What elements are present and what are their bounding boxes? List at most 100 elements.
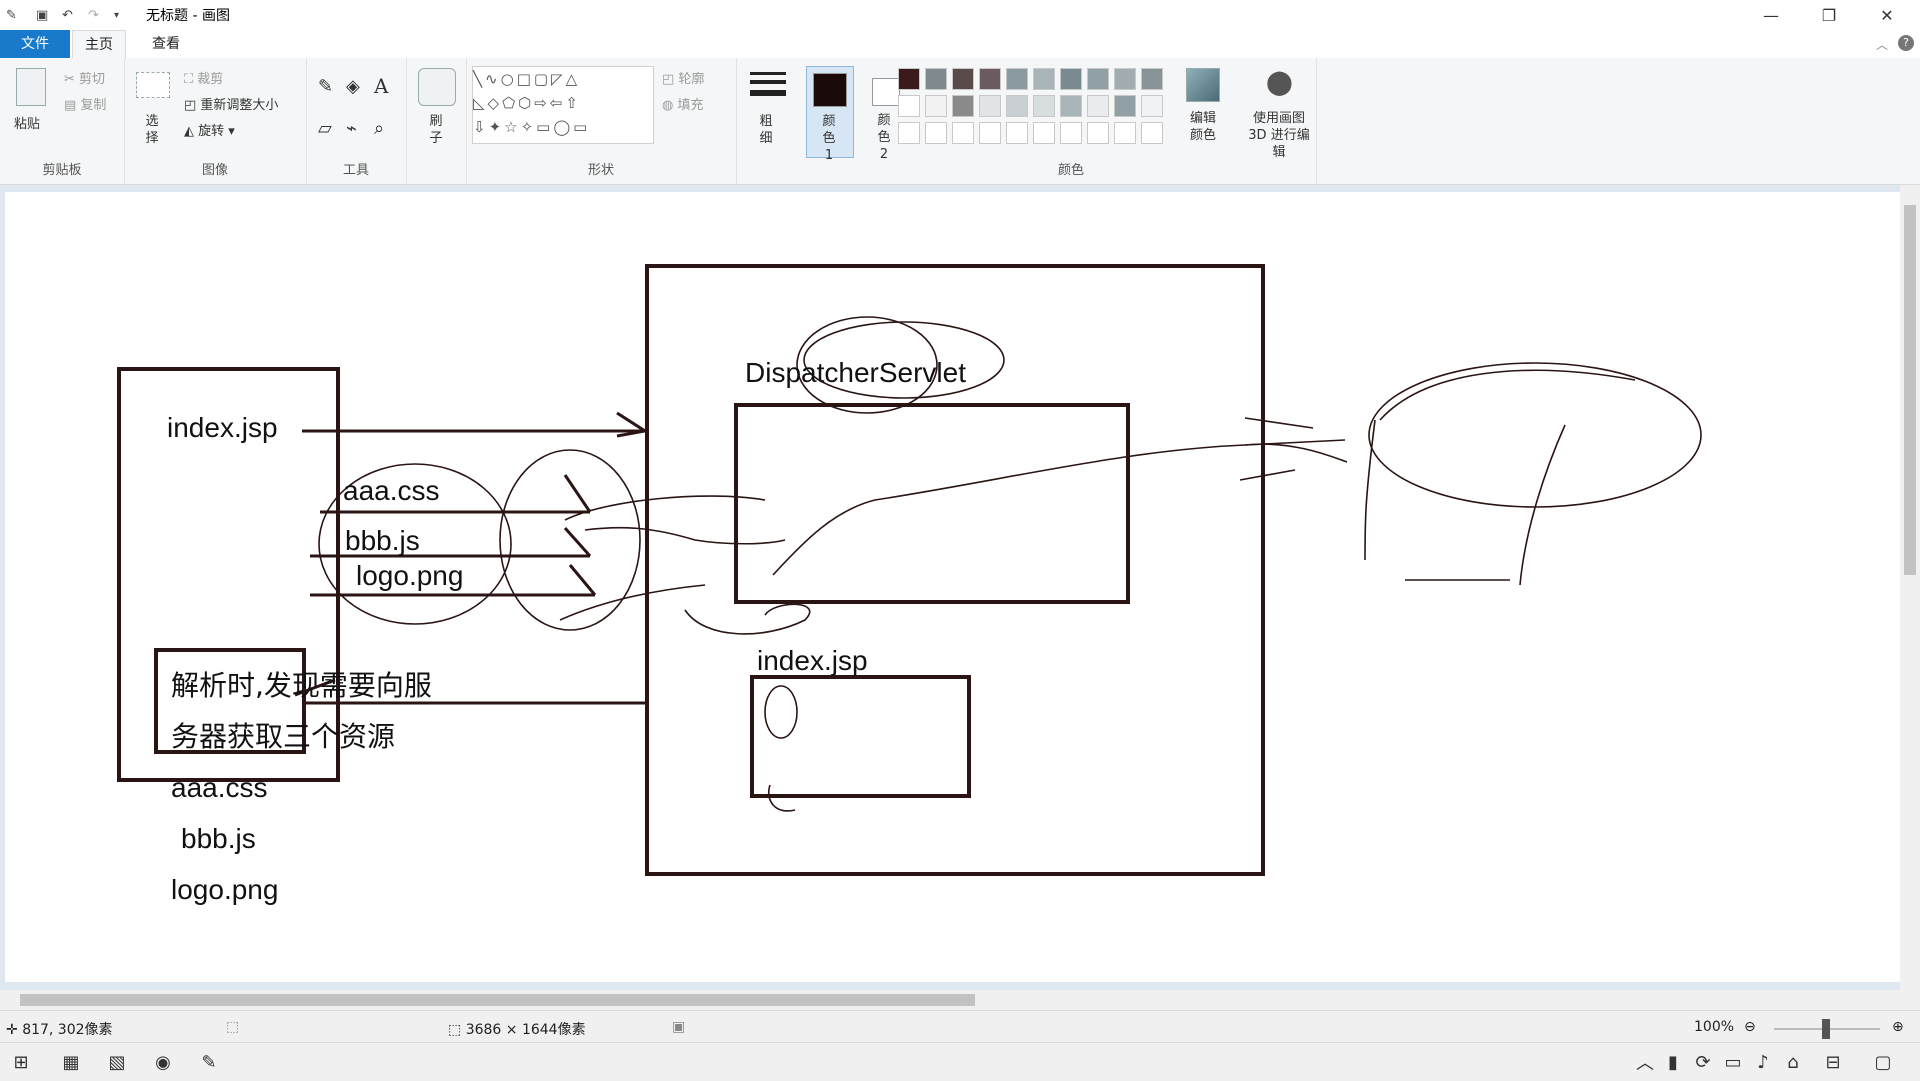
palette-swatch[interactable] [1114,95,1136,117]
palette-swatch[interactable] [1114,68,1136,90]
custom-color-slot[interactable] [925,122,947,144]
select-button[interactable]: 选择 [144,113,160,147]
tray-icon[interactable]: ▮ [1660,1049,1686,1075]
palette-swatch[interactable] [925,95,947,117]
taskbar-app-icon[interactable]: ▧ [104,1049,130,1075]
tray-expand-icon[interactable]: ︿ [1632,1049,1658,1075]
palette-swatch[interactable] [1033,68,1055,90]
start-icon[interactable]: ⊞ [8,1049,34,1075]
resource-item: bbb.js [345,525,420,556]
rotate-button[interactable]: ◭ 旋转 ▾ [184,120,235,139]
collapse-ribbon-icon[interactable]: ︿ [1876,36,1888,53]
notification-icon[interactable]: ▢ [1870,1049,1896,1075]
text-tool-icon[interactable]: A [374,74,388,98]
custom-color-slot[interactable] [952,122,974,144]
custom-color-slot[interactable] [1060,122,1082,144]
palette-swatch[interactable] [979,68,1001,90]
pencil-icon[interactable]: ✎ [318,76,333,97]
palette-swatch[interactable] [898,68,920,90]
copy-label: 复制 [80,98,107,113]
fill-bucket-icon[interactable]: ◈ [346,76,360,97]
palette-swatch[interactable] [1060,95,1082,117]
paint-taskbar-icon[interactable]: ✎ [196,1049,222,1075]
palette-swatch[interactable] [1006,95,1028,117]
paste-icon[interactable] [16,68,46,106]
outline-button[interactable]: ◰ 轮廓 [662,68,704,87]
edit-colors-icon[interactable] [1186,68,1220,102]
palette-swatch[interactable] [1006,68,1028,90]
ribbon: 粘贴 ✂ 剪切 ▤ 复制 剪贴板 选择 ⛶ 裁剪 ◰ 重新调整大小 ◭ 旋转 ▾… [0,58,1920,185]
custom-color-slot[interactable] [898,122,920,144]
cut-button[interactable]: ✂ 剪切 [64,68,105,87]
brush-icon[interactable] [418,68,456,106]
color1-swatch [813,73,847,107]
maximize-button[interactable]: ❐ [1806,0,1852,30]
tray-icon[interactable]: ▭ [1720,1049,1746,1075]
zoom-out-icon[interactable]: ⊖ [1744,1019,1756,1035]
paint-app-icon: ✎ [6,7,17,23]
taskbar-app-icon[interactable]: ▦ [58,1049,84,1075]
file-size-icon: ▣ [672,1019,686,1035]
palette-swatch[interactable] [979,95,1001,117]
close-button[interactable]: ✕ [1864,0,1910,30]
tray-icon[interactable]: ⊟ [1820,1049,1846,1075]
resource-item: logo.png [356,560,463,591]
horizontal-scroll-thumb[interactable] [20,994,975,1006]
palette-swatch[interactable] [952,95,974,117]
paint3d-icon[interactable]: ⬤ [1266,68,1293,96]
palette-swatch[interactable] [1033,95,1055,117]
customize-toolbar-icon[interactable]: ▾ [114,4,119,26]
palette-swatch[interactable] [1141,68,1163,90]
tab-file[interactable]: 文件 [0,30,70,58]
taskbar-app-icon[interactable]: ◉ [150,1049,176,1075]
edit-colors-button[interactable]: 编辑颜色 [1186,110,1220,144]
selection-size-icon: ⬚ [226,1019,240,1035]
drawing-canvas[interactable]: index.jsp aaa.css bbb.js logo.png 解析时,发现… [5,192,1900,982]
select-icon[interactable] [136,72,170,98]
brushes-group: 刷子 [406,58,467,184]
size-button[interactable]: 粗细 [758,113,774,147]
help-icon[interactable]: ? [1898,35,1914,51]
zoom-slider-thumb[interactable] [1822,1019,1830,1039]
palette-swatch[interactable] [1141,95,1163,117]
clipboard-group-label: 剪贴板 [42,163,82,178]
copy-button[interactable]: ▤ 复制 [64,94,106,113]
brushes-button[interactable]: 刷子 [428,113,444,147]
paste-button[interactable]: 粘贴 [14,113,40,132]
custom-color-slot[interactable] [1141,122,1163,144]
custom-color-slot[interactable] [1033,122,1055,144]
image-size-value: 3686 × 1644像素 [465,1022,586,1038]
redo-icon[interactable]: ↷ [88,4,99,26]
color-picker-icon[interactable]: ⌁ [346,118,357,139]
custom-color-slot[interactable] [1087,122,1109,144]
tray-icon[interactable]: ⌂ [1780,1049,1806,1075]
tab-view[interactable]: 查看 [140,30,192,58]
custom-color-slot[interactable] [1114,122,1136,144]
color1-selector[interactable]: 颜色 1 [806,66,854,163]
shapes-gallery[interactable]: ╲∿○□▢◸△ ◺◇⬠⬡⇨⇦⇧ ⇩✦☆✧▭◯▭ [472,66,654,144]
colors-group-label: 颜色 [1057,163,1084,178]
save-icon[interactable]: ▣ [36,4,48,26]
palette-swatch[interactable] [1087,68,1109,90]
resource-item: aaa.css [343,475,440,506]
fill-button[interactable]: ◍ 填充 [662,94,704,113]
custom-color-slot[interactable] [979,122,1001,144]
palette-swatch[interactable] [952,68,974,90]
vertical-scroll-thumb[interactable] [1904,205,1916,575]
magnifier-icon[interactable]: ⌕ [374,118,384,139]
paint3d-button[interactable]: 使用画图 3D 进行编辑 [1242,110,1316,161]
palette-swatch[interactable] [1087,95,1109,117]
zoom-in-icon[interactable]: ⊕ [1892,1019,1904,1035]
custom-color-slot[interactable] [1006,122,1028,144]
palette-swatch[interactable] [898,95,920,117]
crop-button[interactable]: ⛶ 裁剪 [184,68,223,87]
tray-icon[interactable]: ♪ [1750,1049,1776,1075]
undo-icon[interactable]: ↶ [62,4,73,26]
eraser-icon[interactable]: ▱ [318,118,332,139]
tray-icon[interactable]: ⟳ [1690,1049,1716,1075]
tab-home[interactable]: 主页 [72,30,126,59]
minimize-button[interactable]: — [1748,0,1794,30]
palette-swatch[interactable] [925,68,947,90]
palette-swatch[interactable] [1060,68,1082,90]
resize-button[interactable]: ◰ 重新调整大小 [184,94,278,113]
